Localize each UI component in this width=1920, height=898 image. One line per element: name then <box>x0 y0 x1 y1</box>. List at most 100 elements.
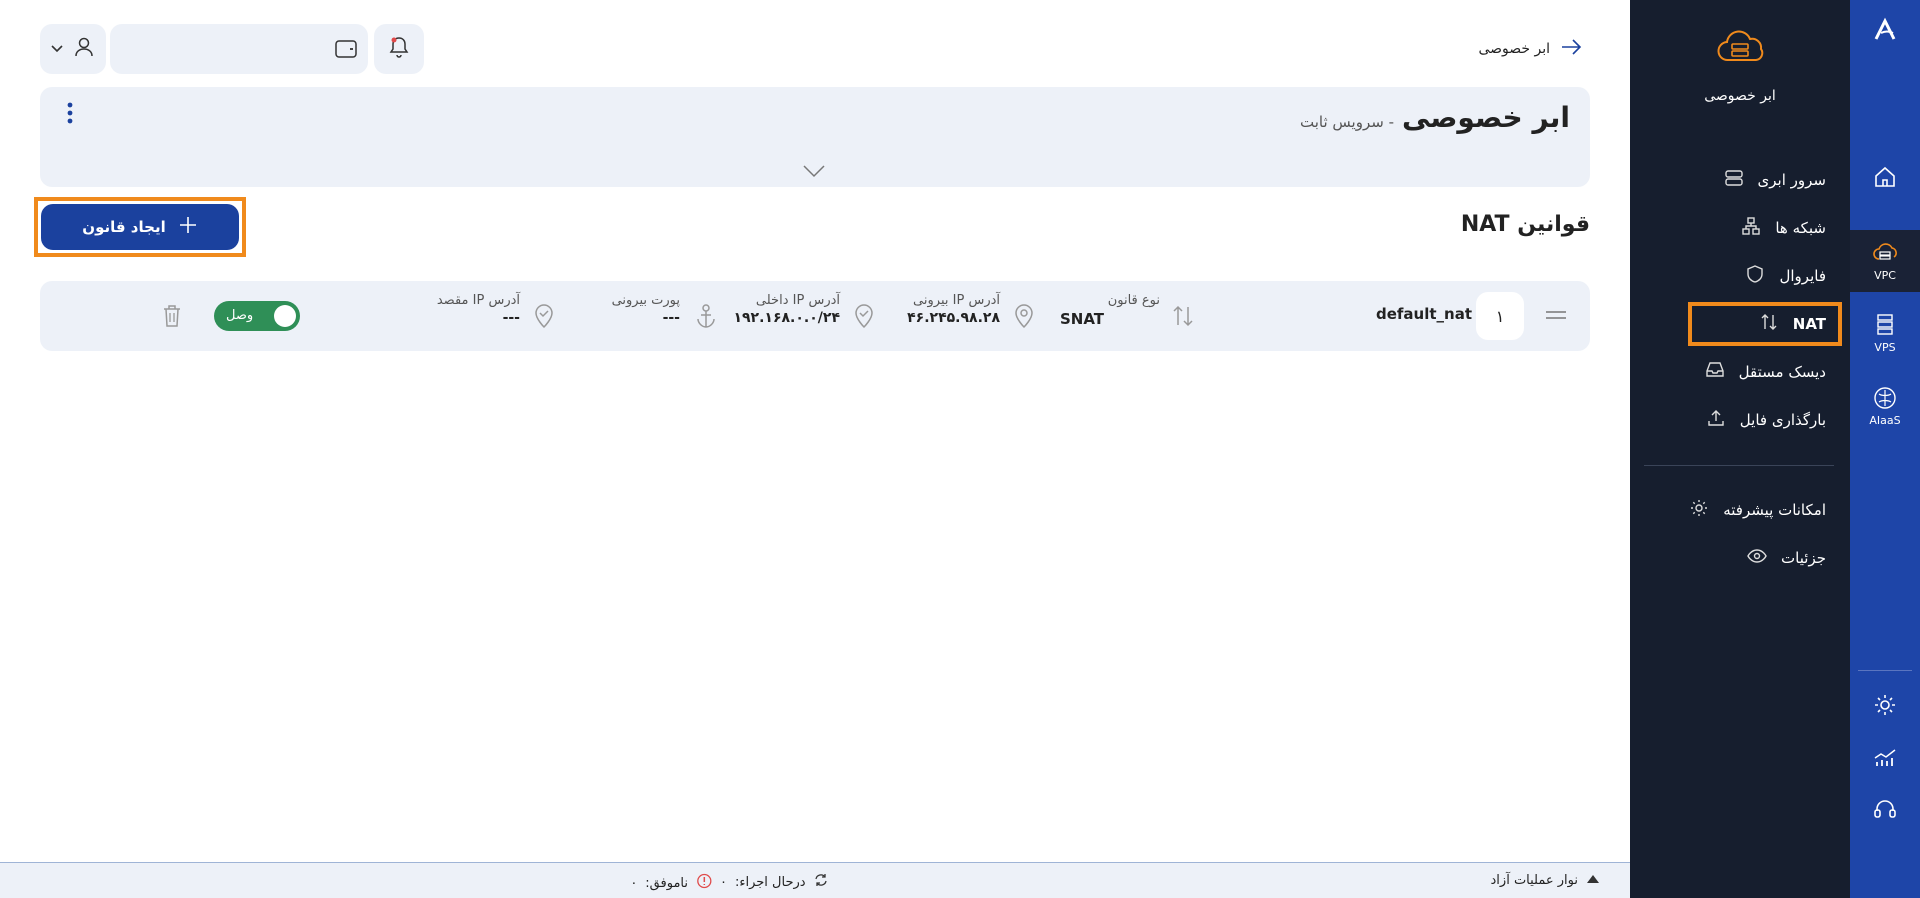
running-label: درحال اجراء: <box>734 874 806 890</box>
back-link[interactable]: ابر خصوصی <box>1478 38 1582 60</box>
rail-settings[interactable] <box>1850 686 1920 726</box>
sidebar-item-cloud-server[interactable]: سرور ابری <box>1724 168 1826 192</box>
sidebar-item-label: بارگذاری فایل <box>1739 411 1826 429</box>
section-title: قوانین NAT <box>1460 212 1590 237</box>
refresh-icon <box>814 873 828 891</box>
sidebar-item-label: فایروال <box>1779 267 1826 285</box>
rail-divider <box>1858 670 1912 671</box>
rail-reports[interactable] <box>1850 738 1920 778</box>
external-port-value: --- <box>662 310 680 326</box>
network-icon <box>1741 216 1761 240</box>
product-rail: VPC VPS AIaaS <box>1850 0 1920 898</box>
destination-ip-value: --- <box>502 310 520 326</box>
service-subtitle: - سرویس ثابت <box>1300 113 1394 131</box>
sidebar-item-nat[interactable]: NAT <box>1759 312 1826 336</box>
triangle-up-icon <box>1586 873 1600 888</box>
notifications-button[interactable] <box>374 24 424 74</box>
service-sidebar: ابر خصوصی سرور ابری شبکه ها فایروال NAT … <box>1630 0 1850 898</box>
main-area: ابر خصوصی ابر خصوصی - سرویس ثابت قوانین … <box>0 0 1630 862</box>
operations-footer: نوار عملیات آزاد درحال اجراء: ۰ ناموفق: … <box>0 862 1630 898</box>
vpc-icon <box>1872 240 1898 269</box>
sidebar-item-label: امکانات پیشرفته <box>1723 501 1826 519</box>
more-options-icon[interactable] <box>66 101 74 129</box>
back-link-label: ابر خصوصی <box>1478 41 1550 57</box>
rail-item-label: AIaaS <box>1869 414 1901 427</box>
chevron-down-icon <box>50 40 64 59</box>
rule-index: ۱ <box>1495 306 1505 326</box>
status-toggle[interactable]: وصل <box>214 301 300 331</box>
service-header-card: ابر خصوصی - سرویس ثابت <box>40 87 1590 187</box>
ops-bar-label: نوار عملیات آزاد <box>1490 873 1578 888</box>
wallet-icon <box>334 38 358 64</box>
brand-logo[interactable] <box>1850 10 1920 50</box>
create-rule-button[interactable]: ایجاد قانون <box>41 204 239 250</box>
rail-item-vps[interactable]: VPS <box>1850 305 1920 361</box>
status-toggle-label: وصل <box>226 308 254 323</box>
sidebar-item-advanced[interactable]: امکانات پیشرفته <box>1689 498 1826 522</box>
external-ip-label: آدرس IP بیرونی <box>913 293 1000 308</box>
sidebar-service-name: ابر خصوصی <box>1704 88 1776 104</box>
sidebar-item-firewall[interactable]: فایروال <box>1745 264 1826 288</box>
vps-icon <box>1872 312 1898 341</box>
plus-icon <box>178 215 198 239</box>
user-menu[interactable] <box>40 24 106 74</box>
destination-pin-icon <box>533 303 555 333</box>
ops-bar-toggle[interactable]: نوار عملیات آزاد <box>1491 873 1600 888</box>
rail-item-home[interactable] <box>1850 150 1920 206</box>
sidebar-divider <box>1644 465 1834 466</box>
destination-ip-label: آدرس IP مقصد <box>436 293 520 308</box>
service-logo <box>1714 30 1766 74</box>
expand-chevron-icon[interactable] <box>802 163 826 182</box>
service-title: ابر خصوصی <box>1402 101 1570 134</box>
warning-icon <box>696 873 712 893</box>
internal-ip-label: آدرس IP داخلی <box>755 293 840 308</box>
trash-icon[interactable] <box>161 303 183 333</box>
sidebar-item-disk[interactable]: دیسک مستقل <box>1705 360 1826 384</box>
sidebar-item-label: NAT <box>1792 315 1826 333</box>
rail-item-aiaas[interactable]: AIaaS <box>1850 378 1920 434</box>
gear-icon <box>1872 692 1898 721</box>
disk-icon <box>1705 360 1725 384</box>
failed-count: ۰ <box>630 875 638 891</box>
rule-type-label: نوع قانون <box>1107 293 1160 308</box>
internal-ip-value: ۱۹۲.۱۶۸.۰.۰/۲۴ <box>733 310 840 326</box>
home-icon <box>1872 164 1898 193</box>
shield-icon <box>1745 264 1765 288</box>
ai-icon <box>1872 385 1898 414</box>
headset-icon <box>1872 796 1898 825</box>
toggle-knob <box>274 305 296 327</box>
rule-index-badge: ۱ <box>1476 292 1524 340</box>
failed-label: ناموفق: <box>645 875 688 891</box>
rail-item-label: VPS <box>1874 341 1896 354</box>
sidebar-item-networks[interactable]: شبکه ها <box>1741 216 1826 240</box>
swap-icon <box>1759 312 1779 336</box>
create-rule-label: ایجاد قانون <box>82 218 166 236</box>
drag-handle-icon[interactable] <box>1544 307 1568 327</box>
sidebar-item-label: شبکه ها <box>1775 219 1826 237</box>
external-port-label: پورت بیرونی <box>611 293 680 308</box>
check-pin-icon <box>853 303 875 333</box>
sidebar-item-label: دیسک مستقل <box>1738 363 1826 381</box>
arrow-right-icon <box>1560 38 1582 60</box>
rail-item-label: VPC <box>1874 269 1896 282</box>
user-icon <box>72 35 96 63</box>
location-pin-icon <box>1013 303 1035 333</box>
external-ip-value: ۴۶.۲۴۵.۹۸.۲۸ <box>907 310 1000 326</box>
anchor-icon <box>694 303 718 333</box>
rule-type-value: SNAT <box>1060 310 1105 328</box>
sidebar-item-upload[interactable]: بارگذاری فایل <box>1706 408 1826 432</box>
sidebar-item-label: سرور ابری <box>1757 171 1826 189</box>
eye-icon <box>1747 546 1767 570</box>
chart-icon <box>1872 744 1898 773</box>
gear-icon <box>1689 498 1709 522</box>
running-count: ۰ <box>720 874 727 890</box>
wallet-box[interactable] <box>110 24 368 74</box>
nat-rule-row[interactable]: ۱ default_nat نوع قانون SNAT آدرس IP بیر… <box>40 281 1590 351</box>
upload-icon <box>1706 408 1726 432</box>
sidebar-item-details[interactable]: جزئیات <box>1747 546 1826 570</box>
bell-icon <box>388 35 410 63</box>
rail-support[interactable] <box>1850 790 1920 830</box>
sidebar-item-label: جزئیات <box>1781 549 1826 567</box>
server-icon <box>1724 168 1744 192</box>
rail-item-vpc[interactable]: VPC <box>1850 230 1920 292</box>
